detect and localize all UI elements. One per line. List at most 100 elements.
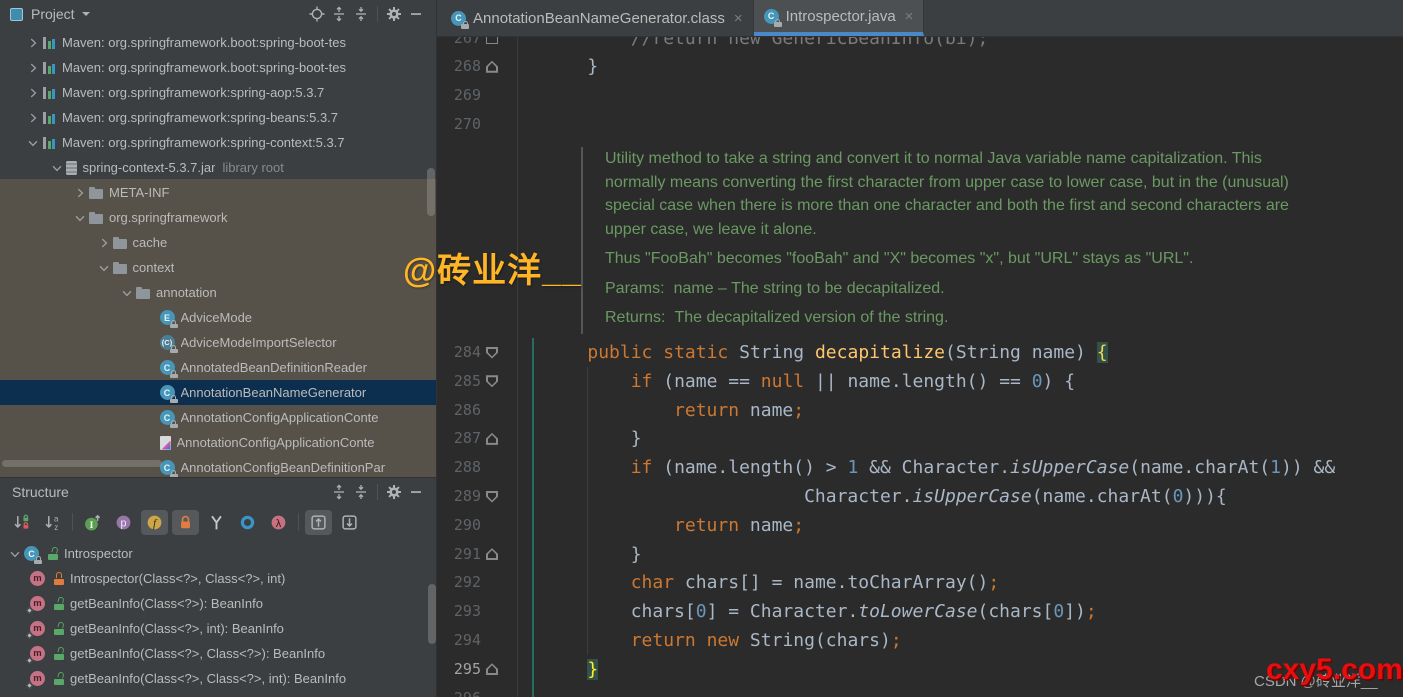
fold-arrow-icon[interactable] xyxy=(486,375,498,388)
code-line[interactable]: if (name.length() > 1 && Character.isUpp… xyxy=(544,453,1335,482)
project-tree-item[interactable]: E AdviceMode xyxy=(0,305,436,330)
tree-item-suffix: library root xyxy=(222,160,284,175)
structure-tree-item[interactable]: m Introspector(Class<?>, Class<?>, int) xyxy=(0,566,436,591)
structure-tree-item[interactable]: m getBeanInfo(Class<?>, Class<?>, int): B… xyxy=(0,666,436,691)
code-line[interactable]: } xyxy=(544,655,599,684)
method-icon: m xyxy=(25,646,45,665)
code-line[interactable]: char chars[] = name.toCharArray(); xyxy=(544,568,999,597)
project-tree-item[interactable]: spring-context-5.3.7.jar library root xyxy=(0,155,436,180)
chevron-right-icon[interactable] xyxy=(95,235,113,251)
hide-panel-icon[interactable] xyxy=(405,4,427,24)
chevron-right-icon[interactable] xyxy=(71,185,89,201)
line-number: 287 xyxy=(453,429,481,448)
fold-arrow-icon[interactable] xyxy=(486,346,498,359)
project-vertical-scrollbar[interactable] xyxy=(427,168,435,216)
show-fields-button[interactable]: f xyxy=(141,509,168,535)
settings-gear-icon[interactable] xyxy=(383,482,405,502)
editor-tab-inactive[interactable]: C AnnotationBeanNameGenerator.class × xyxy=(441,0,754,36)
code-line[interactable]: } xyxy=(544,540,642,569)
chevron-down-icon[interactable] xyxy=(48,160,66,176)
project-horizontal-scrollbar[interactable] xyxy=(2,460,162,467)
show-properties-button[interactable]: p xyxy=(110,510,137,535)
chevron-down-icon[interactable] xyxy=(81,12,90,16)
fold-arrow-icon[interactable] xyxy=(486,548,498,561)
project-tree-item[interactable]: org.springframework xyxy=(0,205,436,230)
javadoc-returns: Returns: The decapitalized version of the… xyxy=(605,309,948,327)
autoscroll-from-source-button[interactable] xyxy=(336,510,363,535)
chevron-right-icon[interactable] xyxy=(24,110,42,126)
collapse-all-icon[interactable] xyxy=(350,4,372,24)
structure-tree: C Introspector m Introspector(Class<?>, Cla… xyxy=(0,541,436,697)
structure-tree-item[interactable]: m getBeanInfo(Class<?>): BeanInfo xyxy=(0,591,436,616)
project-tree-item[interactable]: annotation xyxy=(0,280,436,305)
hide-panel-icon[interactable] xyxy=(405,482,427,502)
group-methods-button[interactable] xyxy=(234,510,261,535)
project-tree-item[interactable]: (C) AdviceModeImportSelector xyxy=(0,330,436,355)
show-anonymous-classes-button[interactable] xyxy=(203,510,230,535)
method-icon: m xyxy=(25,621,45,640)
structure-vertical-scrollbar[interactable] xyxy=(428,584,436,644)
code-line[interactable]: return name; xyxy=(544,396,804,425)
public-visibility-icon xyxy=(53,596,65,610)
svg-text:λ: λ xyxy=(276,517,282,529)
fold-arrow-icon[interactable] xyxy=(486,60,498,73)
code-line[interactable]: return new String(chars); xyxy=(544,626,902,655)
project-tree-item[interactable]: Maven: org.springframework:spring-contex… xyxy=(0,130,436,155)
editor-tab-active[interactable]: C Introspector.java × xyxy=(753,0,925,36)
settings-gear-icon[interactable] xyxy=(383,4,405,24)
code-line[interactable]: public static String decapitalize(String… xyxy=(544,338,1108,367)
code-line[interactable]: } xyxy=(544,424,642,453)
sort-alphabetically-button[interactable]: az xyxy=(39,510,66,535)
expand-all-icon[interactable] xyxy=(328,482,350,502)
public-visibility-icon xyxy=(53,671,65,685)
project-tree-item[interactable]: context xyxy=(0,255,436,280)
project-tree-item[interactable]: C AnnotationConfigApplicationConte xyxy=(0,405,436,430)
structure-tree-item[interactable]: m getBeanInfo(Class<?>, Class<?>): BeanIn… xyxy=(0,641,436,666)
structure-item-label: getBeanInfo(Class<?>, Class<?>): BeanInf… xyxy=(70,646,326,661)
fold-arrow-icon[interactable] xyxy=(486,490,498,503)
project-tree-item[interactable]: META-INF xyxy=(0,180,436,205)
project-tree-item[interactable]: Maven: org.springframework.boot:spring-b… xyxy=(0,30,436,55)
code-line[interactable]: chars[0] = Character.toLowerCase(chars[0… xyxy=(544,597,1097,626)
expand-all-icon[interactable] xyxy=(328,4,350,24)
sort-by-visibility-button[interactable] xyxy=(8,510,35,535)
chevron-right-icon[interactable] xyxy=(24,60,42,76)
show-non-public-button[interactable] xyxy=(172,509,199,535)
show-inherited-button[interactable]: I xyxy=(79,510,106,535)
chevron-down-icon[interactable] xyxy=(95,260,113,276)
code-editor[interactable]: Utility method to take a string and conv… xyxy=(437,0,1403,697)
show-lambdas-button[interactable]: λ xyxy=(265,510,292,535)
fold-arrow-icon[interactable] xyxy=(486,663,498,676)
autoscroll-to-source-button[interactable] xyxy=(305,509,332,535)
project-tree-item[interactable]: Maven: org.springframework:spring-aop:5.… xyxy=(0,80,436,105)
structure-tree-item[interactable]: C Introspector xyxy=(0,541,436,566)
chevron-down-icon[interactable] xyxy=(71,210,89,226)
project-tree-item[interactable]: cache xyxy=(0,230,436,255)
structure-tree-item[interactable]: m getBeanInfo(Class<?>, int): BeanInfo xyxy=(0,616,436,641)
project-tree-item[interactable]: C AnnotationBeanNameGenerator xyxy=(0,380,436,405)
structure-item-label: getBeanInfo(Class<?>, Class<?>, int): Be… xyxy=(70,671,347,686)
close-icon[interactable]: × xyxy=(905,8,914,25)
read-only-lock-icon xyxy=(169,470,178,477)
project-tree-item[interactable]: Maven: org.springframework:spring-beans:… xyxy=(0,105,436,130)
code-line[interactable]: } xyxy=(544,52,598,81)
chevron-down-icon[interactable] xyxy=(24,135,42,151)
project-tree-item[interactable]: Maven: org.springframework.boot:spring-b… xyxy=(0,55,436,80)
chevron-down-icon[interactable] xyxy=(6,546,24,562)
project-tree-item[interactable]: C AnnotatedBeanDefinitionReader xyxy=(0,355,436,380)
close-icon[interactable]: × xyxy=(734,10,743,27)
collapse-all-icon[interactable] xyxy=(350,482,372,502)
public-visibility-icon xyxy=(53,621,65,635)
code-line[interactable]: if (name == null || name.length() == 0) … xyxy=(544,367,1075,396)
chevron-right-icon[interactable] xyxy=(24,35,42,51)
locate-icon[interactable] xyxy=(306,4,328,24)
fold-arrow-icon[interactable] xyxy=(486,432,498,445)
tree-item-label: context xyxy=(132,260,175,275)
folder-icon xyxy=(89,211,103,224)
project-tree-item[interactable]: AnnotationConfigApplicationConte xyxy=(0,430,436,455)
code-line[interactable]: Character.isUpperCase(name.charAt(0))){ xyxy=(544,482,1227,511)
read-only-lock-icon xyxy=(34,556,42,564)
chevron-right-icon[interactable] xyxy=(24,85,42,101)
chevron-down-icon[interactable] xyxy=(118,285,136,301)
code-line[interactable]: return name; xyxy=(544,511,804,540)
